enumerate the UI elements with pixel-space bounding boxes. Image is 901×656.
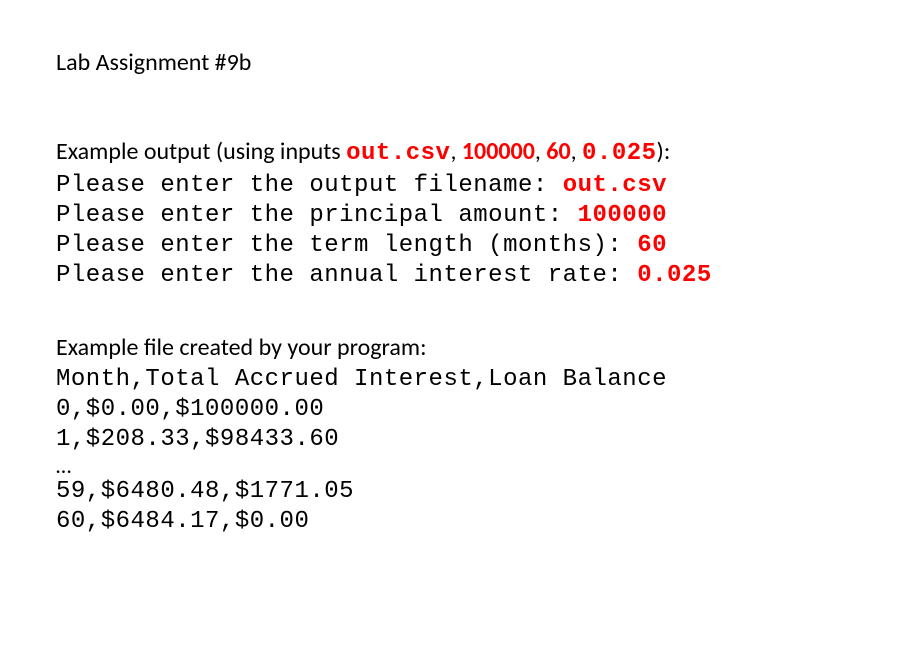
prompt-label: Please enter the annual interest rate:: [56, 262, 637, 289]
input-principal: 100000: [462, 137, 535, 166]
document-page: Lab Assignment #9b Example output (using…: [0, 0, 901, 585]
prompt-label: Please enter the term length (months):: [56, 232, 637, 259]
input-filename: out.csv: [346, 140, 450, 167]
assignment-title: Lab Assignment #9b: [56, 48, 845, 77]
prompt-label: Please enter the output filename:: [56, 172, 563, 199]
input-term: 60: [546, 137, 570, 166]
example-file-section: Example file created by your program: Mo…: [56, 333, 845, 537]
heading-suffix: ):: [657, 137, 671, 166]
prompt-value: 60: [637, 232, 667, 259]
example-file-heading: Example file created by your program:: [56, 333, 845, 363]
sep: ,: [450, 137, 461, 166]
prompt-line: Please enter the term length (months): 6…: [56, 231, 845, 261]
csv-row: 1,$208.33,$98433.60: [56, 425, 845, 455]
csv-row: 59,$6480.48,$1771.05: [56, 477, 845, 507]
input-rate: 0.025: [582, 140, 657, 167]
prompt-line: Please enter the principal amount: 10000…: [56, 201, 845, 231]
sep: ,: [535, 137, 546, 166]
csv-header: Month,Total Accrued Interest,Loan Balanc…: [56, 365, 845, 395]
csv-row: 0,$0.00,$100000.00: [56, 395, 845, 425]
prompt-label: Please enter the principal amount:: [56, 202, 578, 229]
prompt-value: 100000: [578, 202, 667, 229]
heading-prefix: Example output (using inputs: [56, 137, 346, 166]
example-output-heading: Example output (using inputs out.csv, 10…: [56, 137, 845, 169]
prompt-value: out.csv: [563, 172, 667, 199]
csv-row: 60,$6484.17,$0.00: [56, 507, 845, 537]
sep: ,: [571, 137, 582, 166]
ellipsis: …: [56, 455, 845, 477]
prompt-line: Please enter the output filename: out.cs…: [56, 171, 845, 201]
example-output-section: Example output (using inputs out.csv, 10…: [56, 137, 845, 291]
prompt-line: Please enter the annual interest rate: 0…: [56, 261, 845, 291]
prompt-value: 0.025: [637, 262, 712, 289]
